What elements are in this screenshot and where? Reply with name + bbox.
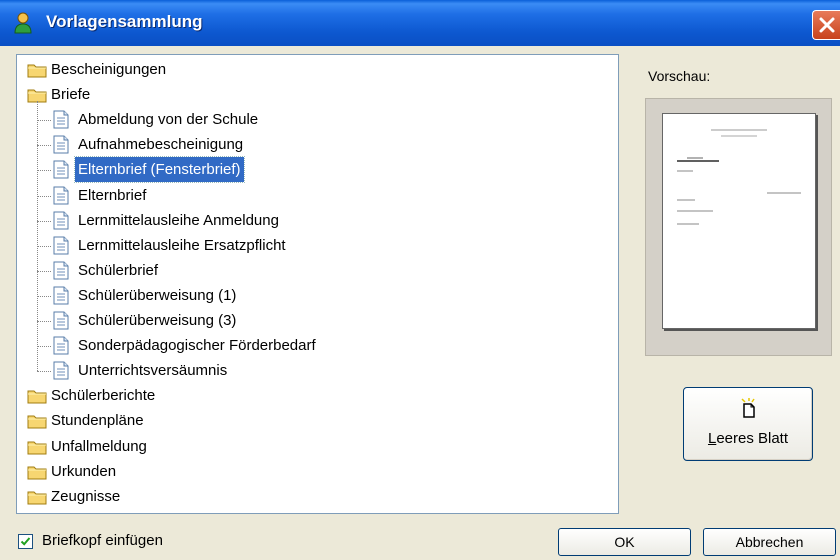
tree-item-label: Unterrichtsversäumnis bbox=[78, 362, 228, 379]
tree-item-label: Stundenpläne bbox=[51, 412, 144, 429]
tree-folder-item[interactable]: Schülerberichte bbox=[17, 383, 607, 408]
tree-item-label: Bescheinigungen bbox=[51, 61, 167, 78]
tree-template-item[interactable]: Elternbrief (Fensterbrief) bbox=[17, 156, 607, 183]
tree-template-item[interactable]: Abmeldung von der Schule bbox=[17, 107, 607, 132]
tree-item-label: Lernmittelausleihe Anmeldung bbox=[78, 212, 279, 229]
tree-connector-line bbox=[37, 145, 51, 146]
tree-item-label: Schülerüberweisung (1) bbox=[78, 287, 237, 304]
letterhead-checkbox[interactable] bbox=[18, 534, 33, 549]
tree-connector-line bbox=[37, 296, 51, 297]
tree-folder-item[interactable]: Stundenpläne bbox=[17, 408, 607, 433]
tree-connector-line bbox=[37, 346, 51, 347]
preview-panel bbox=[645, 98, 832, 356]
tree-template-item[interactable]: Lernmittelausleihe Ersatzpflicht bbox=[17, 233, 607, 258]
tree-item-label: Elternbrief (Fensterbrief) bbox=[74, 156, 245, 183]
tree-template-item[interactable]: Elternbrief bbox=[17, 183, 607, 208]
window-title: Vorlagensammlung bbox=[46, 12, 203, 31]
template-tree[interactable]: Bescheinigungen Briefe Abmeldung von der S… bbox=[16, 54, 619, 514]
tree-item-label: Zeugnisse bbox=[51, 488, 121, 505]
blank-page-button[interactable]: Leeres Blatt bbox=[683, 387, 813, 461]
tree-item-label: Lernmittelausleihe Ersatzpflicht bbox=[78, 237, 286, 254]
tree-folder-item[interactable]: Bescheinigungen bbox=[17, 57, 607, 82]
tree-connector-line bbox=[37, 321, 51, 322]
folder-icon bbox=[27, 488, 47, 513]
tree-item-label: Briefe bbox=[51, 86, 91, 103]
app-person-icon bbox=[12, 11, 34, 35]
tree-item-label: Schülerbrief bbox=[78, 262, 159, 279]
tree-item-label: Elternbrief bbox=[78, 187, 147, 204]
tree-connector-line bbox=[37, 120, 51, 121]
tree-item-label: Aufnahmebescheinigung bbox=[78, 136, 244, 153]
tree-connector-line bbox=[37, 246, 51, 247]
checkmark-icon bbox=[20, 537, 31, 546]
letterhead-checkbox-label[interactable]: Briefkopf einfügen bbox=[42, 532, 163, 549]
tree-item-label: Schülerüberweisung (3) bbox=[78, 312, 237, 329]
tree-folder-item[interactable]: Urkunden bbox=[17, 459, 607, 484]
tree-item-label: Unfallmeldung bbox=[51, 438, 147, 455]
tree-folder-item[interactable]: Zeugnisse bbox=[17, 484, 607, 509]
close-icon bbox=[819, 17, 835, 33]
tree-template-item[interactable]: Schülerüberweisung (3) bbox=[17, 308, 607, 333]
tree-connector-line bbox=[37, 371, 51, 372]
tree-folder-item[interactable]: Unfallmeldung bbox=[17, 434, 607, 459]
cancel-button[interactable]: Abbrechen bbox=[703, 528, 836, 556]
tree-item-label: Abmeldung von der Schule bbox=[78, 111, 259, 128]
tree-connector-line bbox=[37, 271, 51, 272]
tree-template-item[interactable]: Lernmittelausleihe Anmeldung bbox=[17, 208, 607, 233]
tree-template-item[interactable]: Unterrichtsversäumnis bbox=[17, 358, 607, 383]
blank-page-label: Leeres Blatt bbox=[707, 430, 789, 447]
tree-folder-item[interactable]: Briefe bbox=[17, 82, 607, 107]
ok-button[interactable]: OK bbox=[558, 528, 691, 556]
tree-connector-line bbox=[37, 196, 51, 197]
tree-connector-line bbox=[37, 221, 51, 222]
preview-label: Vorschau: bbox=[648, 68, 711, 84]
preview-page-thumbnail bbox=[662, 113, 816, 329]
tree-item-label: Schülerberichte bbox=[51, 387, 156, 404]
tree-connector-line bbox=[37, 170, 51, 171]
new-blank-page-icon bbox=[740, 398, 758, 423]
tree-connector-line bbox=[37, 101, 38, 371]
close-button[interactable] bbox=[812, 10, 840, 40]
title-bar[interactable]: Vorlagensammlung bbox=[0, 0, 840, 46]
tree-item-label: Sonderpädagogischer Förderbedarf bbox=[78, 337, 316, 354]
tree-item-label: Urkunden bbox=[51, 463, 117, 480]
tree-template-item[interactable]: Aufnahmebescheinigung bbox=[17, 132, 607, 157]
tree-template-item[interactable]: Sonderpädagogischer Förderbedarf bbox=[17, 333, 607, 358]
tree-template-item[interactable]: Schülerbrief bbox=[17, 258, 607, 283]
tree-template-item[interactable]: Schülerüberweisung (1) bbox=[17, 283, 607, 308]
